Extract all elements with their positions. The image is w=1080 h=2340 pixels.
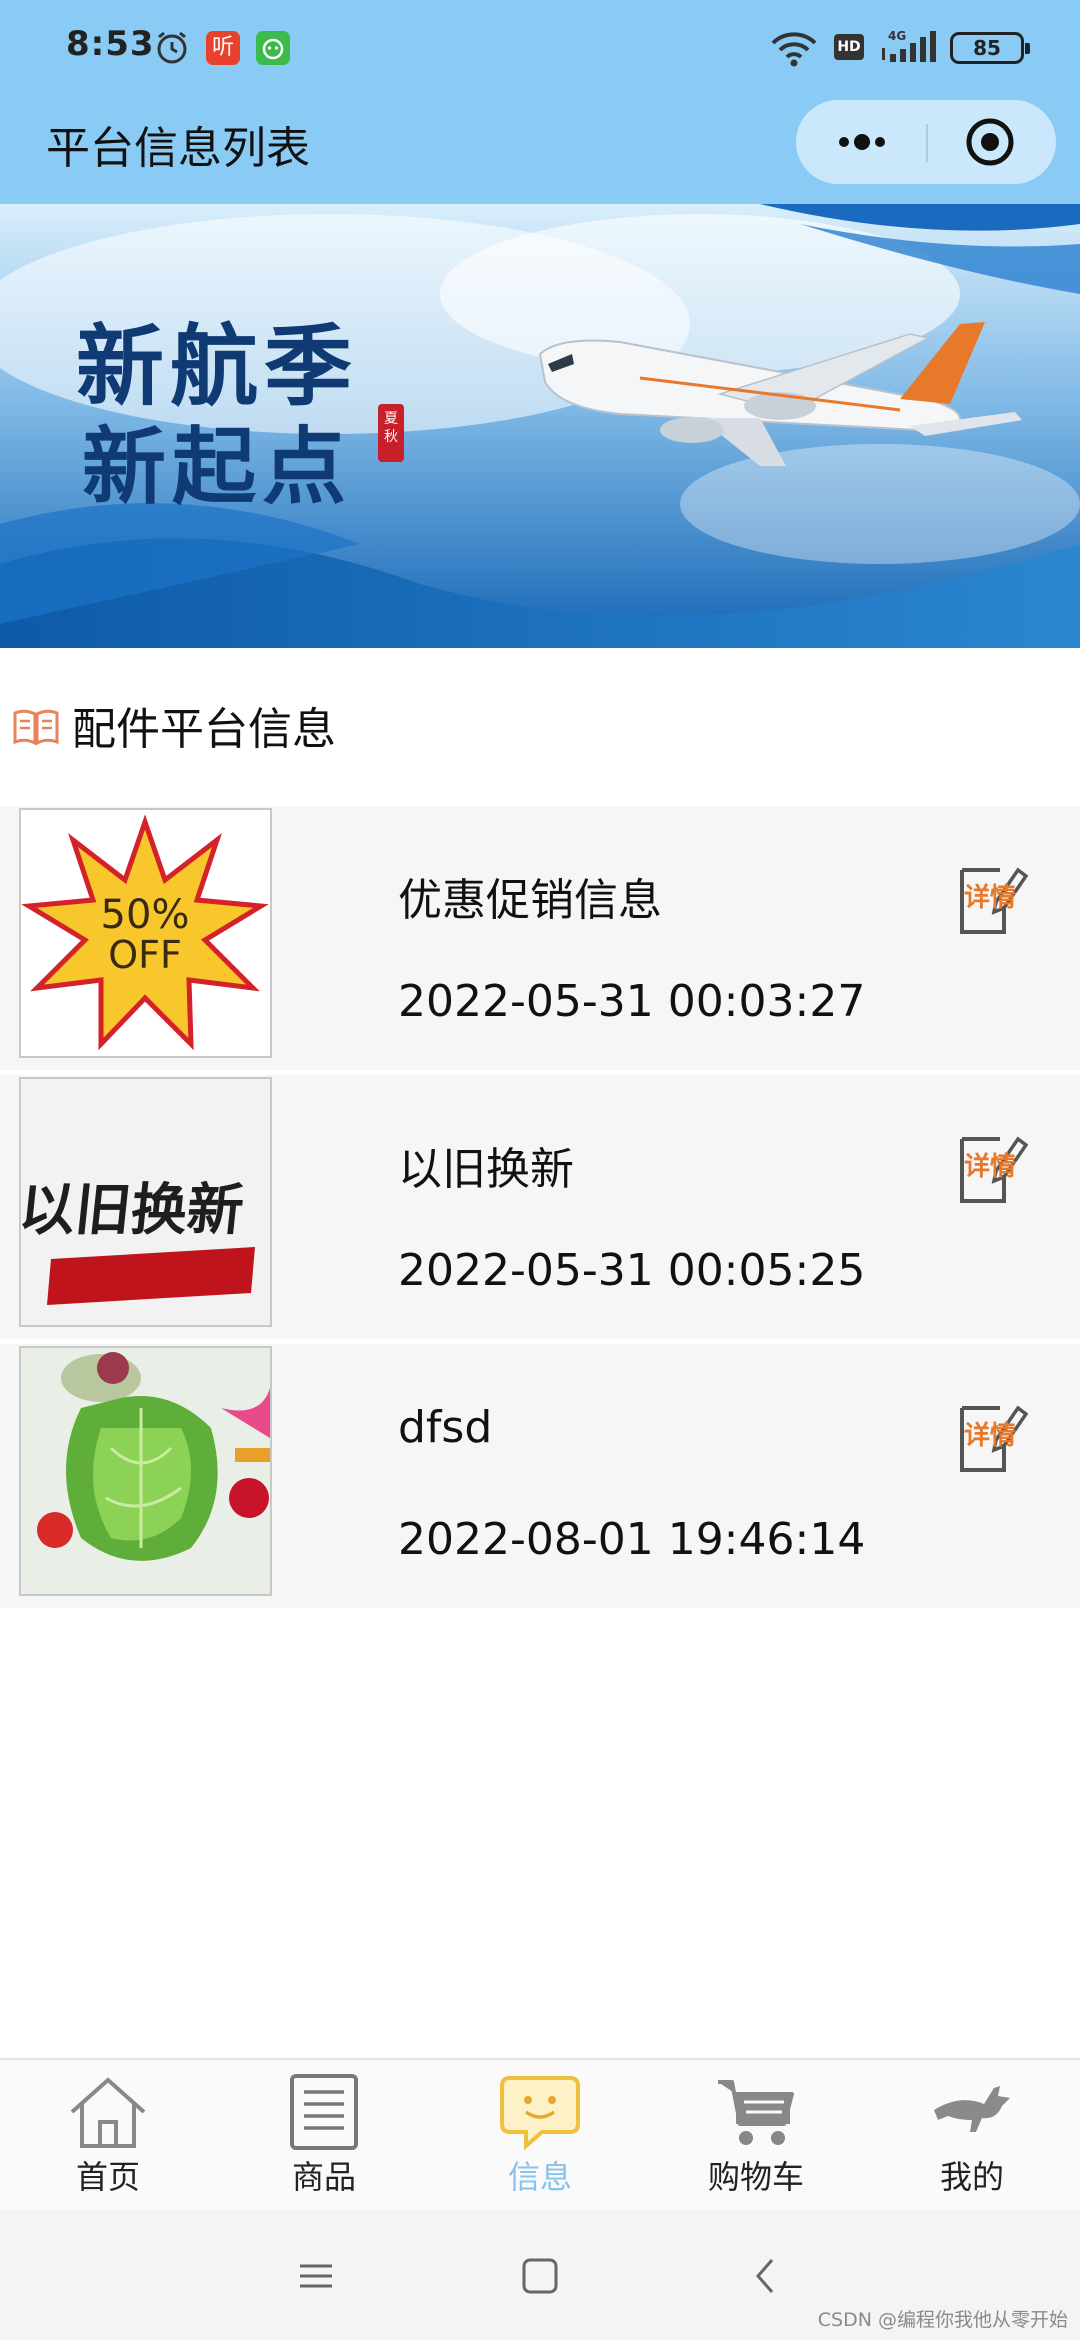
nav-bar: 平台信息列表 bbox=[0, 96, 1080, 204]
thumb-text-off: OFF bbox=[108, 933, 182, 977]
tab-bar: 首页 商品 信息 购物车 我的 bbox=[0, 2058, 1080, 2210]
close-miniprogram-button[interactable] bbox=[928, 100, 1056, 184]
trade-in-image: 以旧换新 bbox=[21, 1079, 270, 1325]
tab-info[interactable]: 信息 bbox=[432, 2060, 648, 2210]
tab-label: 我的 bbox=[939, 2158, 1004, 2196]
thumb-text-percent: 50% bbox=[101, 892, 190, 938]
listen-app-icon: 听 bbox=[206, 31, 240, 65]
watermark: CSDN @编程你我他从零开始 bbox=[817, 2309, 1068, 2331]
sale-starburst-image: 50% OFF bbox=[21, 810, 270, 1056]
more-button[interactable] bbox=[796, 100, 926, 184]
info-title: 以旧换新 bbox=[398, 1144, 574, 1195]
hd-icon: HD bbox=[834, 34, 864, 60]
detail-edit-icon[interactable]: 详情 bbox=[956, 862, 1028, 938]
home-button-icon[interactable] bbox=[514, 2250, 566, 2302]
menu-icon[interactable] bbox=[290, 2250, 342, 2302]
tab-label: 首页 bbox=[75, 2158, 140, 2196]
info-time: 2022-05-31 00:03:27 bbox=[398, 976, 866, 1027]
info-time: 2022-08-01 19:46:14 bbox=[398, 1514, 866, 1565]
info-list-item[interactable]: 50% OFF 优惠促销信息 2022-05-31 00:03:27 详情 bbox=[0, 806, 1080, 1070]
cart-icon bbox=[718, 2080, 794, 2145]
tab-mine[interactable]: 我的 bbox=[864, 2060, 1080, 2210]
info-thumbnail: 50% OFF bbox=[19, 808, 272, 1058]
info-thumbnail: 以旧换新 bbox=[19, 1077, 272, 1327]
detail-edit-icon[interactable]: 详情 bbox=[956, 1131, 1028, 1207]
section-title: 配件平台信息 bbox=[72, 704, 336, 755]
network-type-label: 4G bbox=[888, 29, 906, 43]
system-navigation-bar: CSDN @编程你我他从零开始 bbox=[0, 2210, 1080, 2340]
back-icon[interactable] bbox=[740, 2250, 792, 2302]
detail-label: 详情 bbox=[964, 882, 1016, 913]
tab-home[interactable]: 首页 bbox=[0, 2060, 216, 2210]
detail-label: 详情 bbox=[964, 1420, 1016, 1451]
tab-products[interactable]: 商品 bbox=[216, 2060, 432, 2210]
detail-label: 详情 bbox=[964, 1151, 1016, 1182]
alarm-icon bbox=[157, 31, 187, 64]
kangaroo-icon bbox=[934, 2086, 1010, 2132]
info-thumbnail bbox=[19, 1346, 272, 1596]
thumb-text-trade-in: 以旧换新 bbox=[21, 1177, 247, 1243]
green-app-icon bbox=[256, 31, 290, 65]
tab-label: 信息 bbox=[507, 2158, 572, 2196]
tab-label: 商品 bbox=[291, 2158, 356, 2196]
vegetables-image bbox=[21, 1348, 270, 1594]
section-header: 配件平台信息 bbox=[0, 690, 1080, 772]
status-time: 8:53 bbox=[66, 24, 155, 64]
banner-headline-2: 新起点 bbox=[82, 417, 353, 516]
chat-icon bbox=[500, 2076, 580, 2150]
info-time: 2022-05-31 00:05:25 bbox=[398, 1245, 866, 1296]
tab-cart[interactable]: 购物车 bbox=[648, 2060, 864, 2210]
signal-icon: 4G bbox=[882, 29, 936, 62]
target-close-icon bbox=[966, 118, 1014, 166]
detail-edit-icon[interactable]: 详情 bbox=[956, 1400, 1028, 1476]
battery-indicator: 85 bbox=[950, 32, 1030, 64]
list-icon bbox=[290, 2074, 358, 2150]
tab-label: 购物车 bbox=[707, 2158, 804, 2196]
book-icon bbox=[13, 709, 59, 746]
info-title: 优惠促销信息 bbox=[398, 875, 662, 926]
home-icon bbox=[70, 2077, 146, 2148]
info-list-item[interactable]: 以旧换新 以旧换新 2022-05-31 00:05:25 详情 bbox=[0, 1075, 1080, 1339]
promo-banner[interactable]: 新航季 新起点 夏秋 bbox=[0, 204, 1080, 648]
info-title: dfsd bbox=[398, 1402, 493, 1453]
page-title: 平台信息列表 bbox=[46, 123, 310, 174]
more-dots-icon bbox=[839, 134, 885, 150]
status-bar: 8:53 听 HD 4G 85 bbox=[0, 0, 1080, 96]
info-list-item[interactable]: dfsd 2022-08-01 19:46:14 详情 bbox=[0, 1344, 1080, 1608]
banner-seal: 夏秋 bbox=[378, 404, 404, 462]
miniprogram-capsule bbox=[796, 100, 1056, 184]
info-list: 50% OFF 优惠促销信息 2022-05-31 00:03:27 详情 以旧… bbox=[0, 806, 1080, 1613]
wifi-icon bbox=[771, 32, 817, 67]
